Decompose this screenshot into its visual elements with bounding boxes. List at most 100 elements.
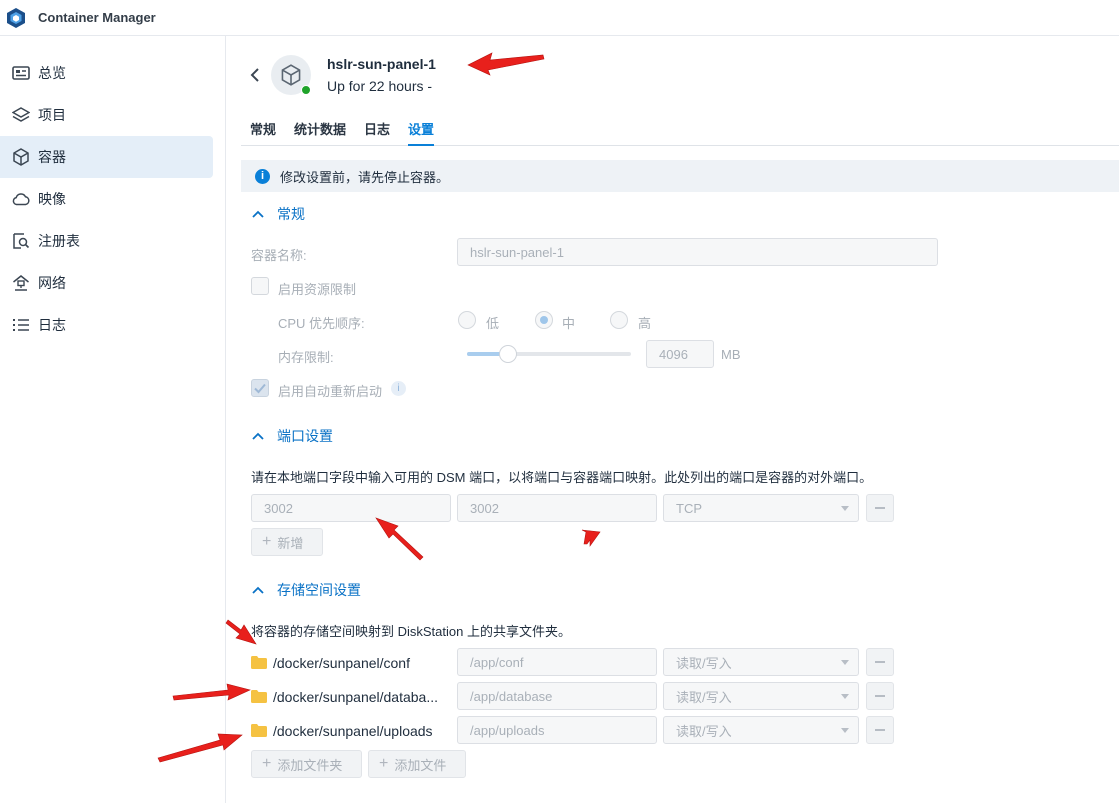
container-name-field[interactable]: hslr-sun-panel-1 xyxy=(457,238,938,266)
overview-icon xyxy=(12,64,30,82)
cpu-high-label: 高 xyxy=(638,316,652,331)
sidebar-item-log[interactable]: 日志 xyxy=(0,304,213,346)
remove-volume-button[interactable] xyxy=(866,716,894,744)
sidebar-item-label: 网络 xyxy=(38,275,66,291)
chevron-left-icon xyxy=(250,68,259,82)
info-hint-icon[interactable]: i xyxy=(391,381,406,396)
layers-icon xyxy=(12,106,30,124)
back-button[interactable] xyxy=(247,65,263,85)
mount-path-field[interactable]: /app/database xyxy=(457,682,657,710)
minus-icon xyxy=(875,661,885,663)
mount-mode-select[interactable]: 读取/写入 xyxy=(663,716,859,744)
container-name-label: 容器名称: xyxy=(251,248,307,263)
plus-icon: + xyxy=(379,755,389,772)
mount-path-field[interactable]: /app/conf xyxy=(457,648,657,676)
container-header: hslr-sun-panel-1 Up for 22 hours - xyxy=(247,50,847,100)
tab-bar: 常规 统计数据 日志 设置 xyxy=(241,116,1119,146)
cpu-priority-label: CPU 优先顺序: xyxy=(278,316,365,331)
remove-volume-button[interactable] xyxy=(866,648,894,676)
add-folder-button[interactable]: + 添加文件夹 xyxy=(251,750,362,778)
title-bar: Container Manager xyxy=(0,0,1119,36)
add-port-button[interactable]: + 新增 xyxy=(251,528,323,556)
tab-log[interactable]: 日志 xyxy=(364,116,390,146)
info-notice-text: 修改设置前，请先停止容器。 xyxy=(280,169,450,185)
settings-content: i 修改设置前，请先停止容器。 常规 容器名称: hslr-sun-panel-… xyxy=(241,160,1119,778)
section-general-header[interactable]: 常规 xyxy=(251,204,305,224)
container-manager-window: Container Manager 总览 项目 容器 映像 注册表 网络 日志 … xyxy=(0,0,1119,803)
app-title: Container Manager xyxy=(38,10,156,25)
add-file-button[interactable]: + 添加文件 xyxy=(368,750,466,778)
minus-icon xyxy=(875,695,885,697)
cpu-high-radio[interactable] xyxy=(610,311,628,329)
sidebar-item-label: 项目 xyxy=(38,107,66,123)
minus-icon xyxy=(875,507,885,509)
section-title: 端口设置 xyxy=(277,428,333,444)
cpu-medium-radio[interactable] xyxy=(535,311,553,329)
storage-description: 将容器的存储空间映射到 DiskStation 上的共享文件夹。 xyxy=(251,624,571,639)
container-avatar xyxy=(271,55,311,95)
ports-description: 请在本地端口字段中输入可用的 DSM 端口，以将端口与容器端口映射。此处列出的端… xyxy=(251,470,873,485)
section-storage-header[interactable]: 存储空间设置 xyxy=(251,580,361,600)
resource-limit-label: 启用资源限制 xyxy=(278,282,357,297)
host-path[interactable]: /docker/sunpanel/databa... xyxy=(273,689,453,705)
memory-slider-handle[interactable] xyxy=(499,345,517,363)
checkmark-icon xyxy=(254,383,266,394)
cloud-icon xyxy=(12,190,30,208)
tab-settings[interactable]: 设置 xyxy=(408,116,435,146)
protocol-select[interactable]: TCP xyxy=(663,494,859,522)
plus-icon: + xyxy=(262,533,272,550)
list-icon xyxy=(12,316,30,334)
memory-limit-label: 内存限制: xyxy=(278,350,334,365)
running-status-dot xyxy=(301,85,311,95)
add-file-label: 添加文件 xyxy=(394,757,447,773)
tab-statistics[interactable]: 统计数据 xyxy=(294,116,346,146)
main-panel: hslr-sun-panel-1 Up for 22 hours - 常规 统计… xyxy=(227,36,1119,803)
cube-icon xyxy=(12,148,30,166)
sidebar-item-project[interactable]: 项目 xyxy=(0,94,213,136)
container-status: Up for 22 hours - xyxy=(327,78,433,94)
mount-mode-select[interactable]: 读取/写入 xyxy=(663,648,859,676)
sidebar-item-network[interactable]: 网络 xyxy=(0,262,213,304)
minus-icon xyxy=(875,729,885,731)
registry-search-icon xyxy=(12,232,30,250)
sidebar-item-registry[interactable]: 注册表 xyxy=(0,220,213,262)
auto-restart-label: 启用自动重新启动 xyxy=(278,384,383,399)
memory-limit-field[interactable]: 4096 xyxy=(646,340,714,368)
cpu-medium-label: 中 xyxy=(562,316,576,331)
resource-limit-checkbox[interactable] xyxy=(251,277,269,295)
section-title: 常规 xyxy=(277,206,305,222)
sidebar-item-label: 日志 xyxy=(38,317,66,333)
info-icon: i xyxy=(255,168,270,184)
chevron-up-icon xyxy=(252,432,264,440)
container-port-field[interactable]: 3002 xyxy=(457,494,657,522)
auto-restart-checkbox[interactable] xyxy=(251,379,269,397)
mount-path-field[interactable]: /app/uploads xyxy=(457,716,657,744)
cube-icon xyxy=(281,64,301,86)
sidebar-item-label: 映像 xyxy=(38,191,66,207)
network-icon xyxy=(12,274,30,292)
container-name: hslr-sun-panel-1 xyxy=(327,56,436,72)
sidebar-item-container[interactable]: 容器 xyxy=(0,136,213,178)
add-folder-label: 添加文件夹 xyxy=(277,757,343,773)
info-notice: i 修改设置前，请先停止容器。 xyxy=(241,160,1119,192)
sidebar-item-image[interactable]: 映像 xyxy=(0,178,213,220)
host-path[interactable]: /docker/sunpanel/uploads xyxy=(273,723,453,739)
cpu-low-radio[interactable] xyxy=(458,311,476,329)
tab-general[interactable]: 常规 xyxy=(250,116,276,146)
app-logo-icon xyxy=(7,7,25,28)
folder-icon xyxy=(251,690,267,703)
remove-port-button[interactable] xyxy=(866,494,894,522)
host-path[interactable]: /docker/sunpanel/conf xyxy=(273,655,453,671)
remove-volume-button[interactable] xyxy=(866,682,894,710)
sidebar: 总览 项目 容器 映像 注册表 网络 日志 xyxy=(0,36,226,803)
sidebar-item-overview[interactable]: 总览 xyxy=(0,52,213,94)
section-ports-header[interactable]: 端口设置 xyxy=(251,426,333,446)
sidebar-item-label: 总览 xyxy=(38,65,66,81)
plus-icon: + xyxy=(262,755,272,772)
mount-mode-select[interactable]: 读取/写入 xyxy=(663,682,859,710)
sidebar-item-label: 注册表 xyxy=(38,233,80,249)
local-port-field[interactable]: 3002 xyxy=(251,494,451,522)
sidebar-item-label: 容器 xyxy=(38,149,66,165)
chevron-up-icon xyxy=(252,210,264,218)
chevron-up-icon xyxy=(252,586,264,594)
